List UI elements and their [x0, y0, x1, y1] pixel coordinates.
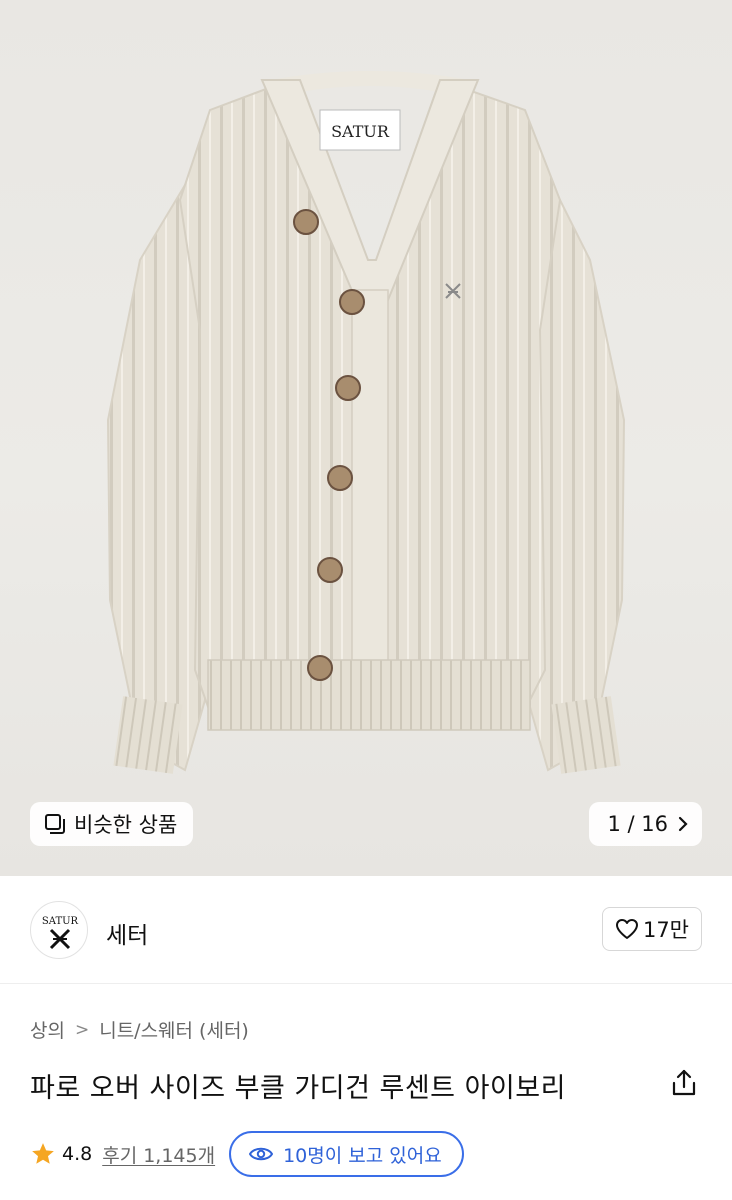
like-button[interactable]: 17만	[601, 907, 702, 951]
breadcrumb: 상의 > 니트/스웨터 (세터)	[30, 1016, 249, 1043]
like-count: 17만	[642, 918, 689, 942]
breadcrumb-item-top[interactable]: 상의	[30, 1016, 65, 1043]
brand-logo[interactable]: SATUR	[30, 901, 88, 959]
rating-value: 4.8	[62, 1143, 93, 1165]
viewers-text: 10명이 보고 있어요	[283, 1144, 442, 1167]
svg-text:SATUR: SATUR	[42, 916, 79, 927]
reviews-link[interactable]: 후기 1,145개	[102, 1141, 215, 1168]
share-icon[interactable]	[670, 1068, 698, 1098]
image-counter-text: 1 / 16	[607, 812, 668, 836]
brand-row: SATUR 세터 17만	[0, 876, 732, 984]
eye-icon	[249, 1147, 274, 1161]
brand-name[interactable]: 세터	[106, 916, 148, 950]
product-photo-cardigan: SATUR	[106, 71, 626, 774]
product-title: 파로 오버 사이즈 부클 가디건 루센트 아이보리	[30, 1073, 566, 1104]
product-image-gallery[interactable]: SATUR 비슷한 상품 1 / 16	[0, 0, 732, 876]
brand-logo-mark: SATUR	[42, 916, 79, 950]
rating-row: 4.8 후기 1,145개 10명이 보고 있어요	[30, 1131, 464, 1177]
chevron-right-icon	[678, 816, 688, 832]
chevron-right-icon: >	[74, 1019, 90, 1040]
viewers-badge: 10명이 보고 있어요	[229, 1131, 464, 1177]
similar-products-button[interactable]: 비슷한 상품	[30, 802, 194, 846]
svg-text:SATUR: SATUR	[331, 122, 390, 141]
star-icon	[32, 1143, 54, 1164]
image-counter-button[interactable]: 1 / 16	[589, 802, 702, 846]
similar-products-label: 비슷한 상품	[74, 813, 178, 837]
breadcrumb-item-knit[interactable]: 니트/스웨터 (세터)	[99, 1016, 249, 1043]
similar-items-icon	[45, 814, 65, 834]
heart-icon	[615, 919, 638, 939]
